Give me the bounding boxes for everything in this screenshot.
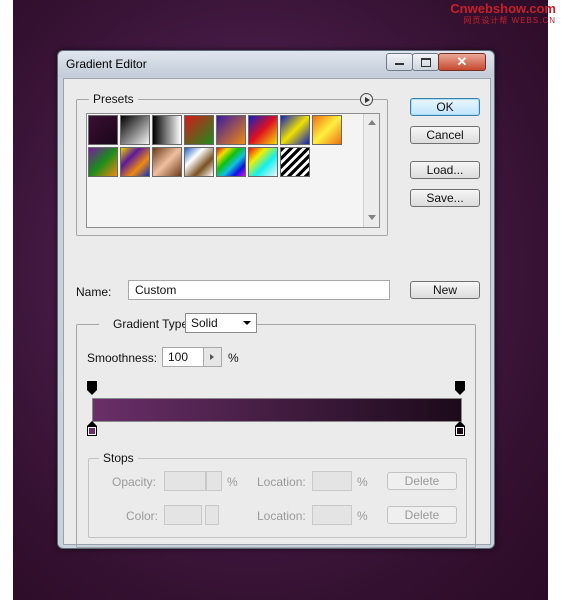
opacity-percent: % [227,475,238,489]
name-label: Name: [76,285,112,299]
name-field[interactable]: Custom [128,280,390,300]
gradient-type-label: Gradient Type: [99,317,196,331]
scroll-down-icon[interactable] [368,215,376,220]
ok-button[interactable]: OK [410,98,480,116]
opacity-field[interactable] [164,471,206,491]
preset-swatch-blue-yellow-blue[interactable] [280,115,310,145]
dialog-body: Presets OK Cancel Load... Save... Name: … [63,78,491,548]
preset-swatch-spectrum[interactable] [216,147,246,177]
cancel-button[interactable]: Cancel [410,126,480,144]
chevron-down-icon [243,321,251,325]
stops-label: Stops [99,451,138,465]
minimize-button[interactable] [386,53,413,71]
new-button[interactable]: New [410,281,480,299]
opacity-stop-left[interactable] [87,381,97,395]
close-icon: ✕ [456,54,468,69]
preset-swatch-violet-green-orange[interactable] [88,147,118,177]
preset-swatch-chrome[interactable] [184,147,214,177]
preset-swatch-foreground-to-background[interactable] [88,115,118,145]
color-location-percent: % [357,509,368,523]
presets-scrollbar[interactable] [363,114,379,227]
scroll-up-icon[interactable] [368,120,376,125]
watermark-line2: 网页设计帮 WEBS.CN [463,16,556,25]
dialog-title: Gradient Editor [66,57,147,71]
opacity-location-label: Location: [257,475,306,489]
color-stop-left-swatch [89,428,95,434]
presets-group: Presets [76,92,388,236]
minimize-icon [395,63,404,65]
opacity-stepper[interactable] [206,471,222,491]
close-button[interactable]: ✕ [438,53,486,71]
load-button[interactable]: Load... [410,161,480,179]
presets-menu-icon[interactable] [360,93,373,106]
opacity-delete-button[interactable]: Delete [387,472,457,490]
color-label: Color: [126,509,159,523]
opacity-location-field[interactable] [312,471,352,491]
preset-swatch-transparent-stripes[interactable] [280,147,310,177]
preset-swatch-red-green[interactable] [184,115,214,145]
preset-swatch-copper[interactable] [152,147,182,177]
color-swatch-field[interactable] [164,505,202,525]
maximize-icon [420,57,431,67]
title-bar[interactable]: Gradient Editor ✕ [58,51,494,77]
gradient-group: Gradient Type: Solid Smoothness: 100 % S… [76,313,476,548]
smoothness-stepper[interactable] [204,347,222,367]
color-stop-right-swatch [457,428,463,434]
watermark-line1: Cnwebshow.com [450,1,556,16]
preset-swatch-blue-red-yellow[interactable] [248,115,278,145]
maximize-button[interactable] [412,53,439,71]
presets-list [86,113,380,228]
save-button[interactable]: Save... [410,189,480,207]
smoothness-field[interactable]: 100 [162,347,204,367]
opacity-label: Opacity: [112,475,157,489]
arrow-right-icon [210,354,214,360]
opacity-location-percent: % [357,475,368,489]
preset-swatch-foreground-to-transparent[interactable] [120,115,150,145]
stops-group: Stops Opacity: % Location: % Delete Colo… [88,451,467,538]
watermark: Cnwebshow.com 网页设计帮 WEBS.CN [450,2,556,26]
preset-swatch-yellow-violet-orange-blue[interactable] [120,147,150,177]
color-location-field[interactable] [312,505,352,525]
color-location-label: Location: [257,509,306,523]
gradient-type-value: Solid [191,316,218,330]
preset-swatch-transparent-rainbow[interactable] [248,147,278,177]
smoothness-label: Smoothness: [87,351,158,365]
preset-swatch-orange-yellow-orange[interactable] [312,115,342,145]
smoothness-percent: % [228,351,239,365]
color-stop-left[interactable] [87,421,97,437]
gradient-editor-dialog: Gradient Editor ✕ Presets OK Cancel Load… [57,50,495,549]
gradient-type-select[interactable]: Solid [185,313,257,333]
gradient-preview-bar[interactable] [92,398,462,422]
color-stop-right[interactable] [455,421,465,437]
opacity-stop-right[interactable] [455,381,465,395]
color-delete-button[interactable]: Delete [387,506,457,524]
preset-swatch-violet-orange[interactable] [216,115,246,145]
color-picker-arrow[interactable] [205,505,219,525]
preset-swatch-black-white[interactable] [152,115,182,145]
presets-label: Presets [89,92,138,106]
